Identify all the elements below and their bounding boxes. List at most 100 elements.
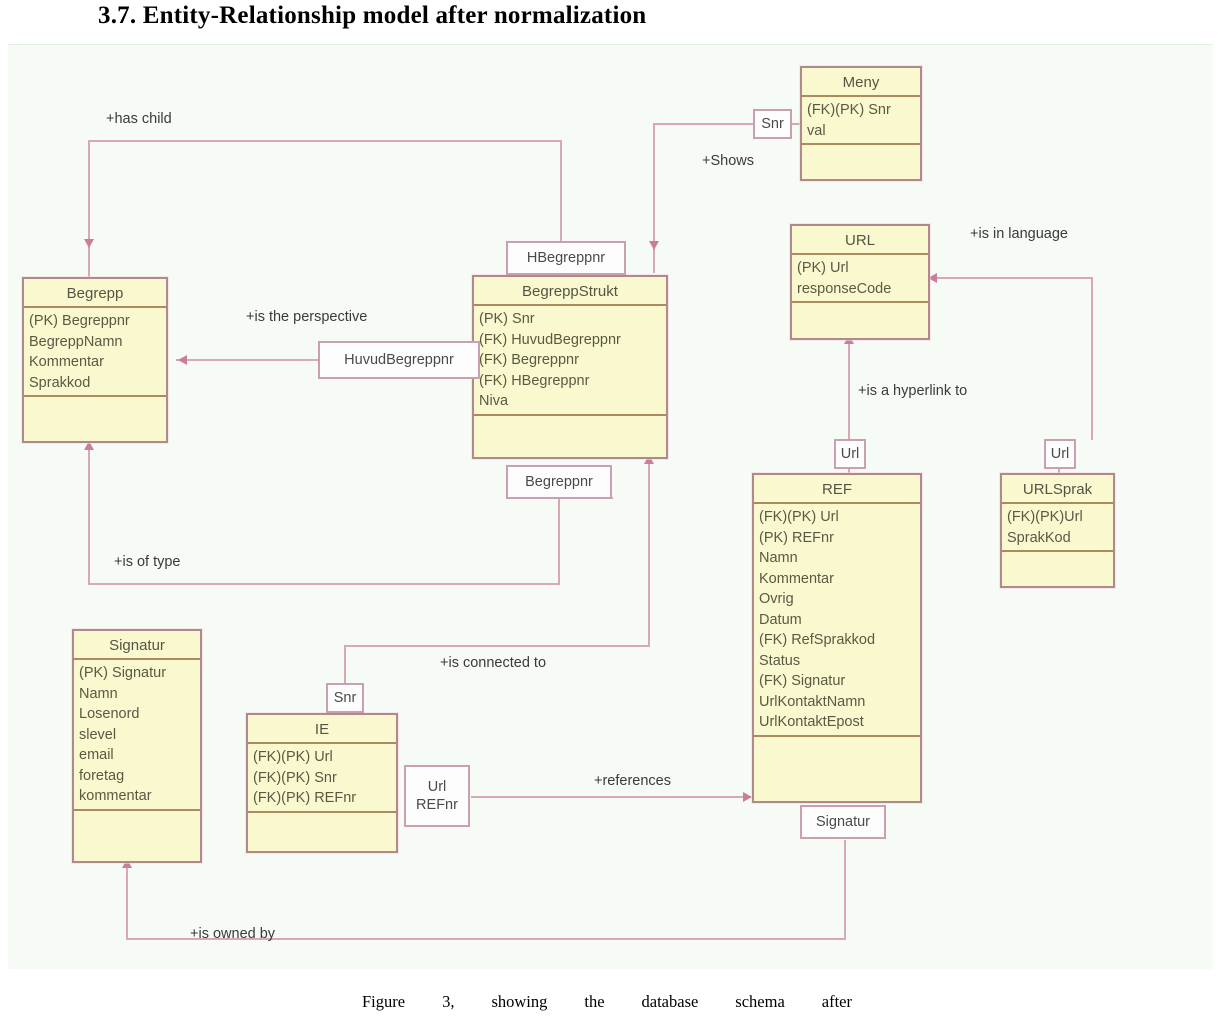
attribute: (FK) Begreppnr: [479, 352, 579, 368]
connector-owned-v1: [844, 840, 846, 940]
entity-meny[interactable]: Meny (FK)(PK) Snr val: [800, 66, 922, 181]
entity-ref-title: REF: [754, 475, 920, 504]
attribute: Niva: [479, 393, 509, 409]
entity-ie-title: IE: [248, 715, 396, 744]
entity-signatur-footer: [74, 811, 200, 831]
entity-ref-attributes: (FK)(PK) Url (PK) REFnr Namn Kommentar O…: [754, 504, 920, 737]
attribute: (FK)(PK) Url: [253, 749, 333, 765]
entity-ref[interactable]: REF (FK)(PK) Url (PK) REFnr Namn Komment…: [752, 473, 922, 803]
entity-begrepp[interactable]: Begrepp (PK) Begreppnr BegreppNamn Komme…: [22, 277, 168, 443]
attribute: (FK) Signatur: [759, 673, 846, 689]
relationship-label-connected-to: +is connected to: [440, 655, 547, 671]
connector-references-h1: [471, 796, 751, 798]
attribute: SprakKod: [1007, 529, 1071, 546]
connector-shows-h1: [653, 123, 753, 125]
attribute: Status: [759, 652, 801, 669]
line-label-snr-ie: Snr: [326, 683, 364, 713]
entity-begrepp-attributes: (PK) Begreppnr BegreppNamn Kommentar Spr…: [24, 308, 166, 397]
connector-connected-h1: [344, 645, 650, 647]
attribute: (PK) Begreppnr: [29, 313, 130, 329]
entity-meny-footer: [802, 145, 920, 165]
relationship-label-in-language: +is in language: [970, 226, 1068, 242]
section-heading: 3.7. Entity-Relationship model after nor…: [98, 2, 647, 29]
attribute: Losenord: [79, 706, 140, 722]
line-label-begreppnr: Begreppnr: [506, 465, 612, 499]
attribute: UrlKontaktNamn: [759, 693, 866, 710]
attribute: Kommentar: [29, 354, 104, 370]
entity-signatur-attributes: (PK) Signatur Namn Losenord slevel email…: [74, 660, 200, 811]
connector-owned-v2: [126, 863, 128, 939]
entity-meny-title: Meny: [802, 68, 920, 97]
attribute: kommentar: [79, 788, 152, 804]
entity-urlsprak-footer: [1002, 552, 1113, 572]
relationship-label-shows: +Shows: [702, 153, 754, 169]
arrow-perspective: [178, 355, 187, 365]
attribute: (PK) Url: [797, 260, 849, 276]
entity-signatur[interactable]: Signatur (PK) Signatur Namn Losenord sle…: [72, 629, 202, 863]
er-diagram-canvas: Meny (FK)(PK) Snr val URL (PK) Url respo…: [8, 44, 1213, 969]
attribute: (FK)(PK)Url: [1007, 509, 1083, 525]
attribute: Namn: [759, 550, 798, 566]
connector-isoftype-v1: [88, 445, 90, 585]
line-label-text: Url: [1050, 446, 1070, 462]
entity-url-title: URL: [792, 226, 928, 255]
arrow-shows: [649, 241, 659, 250]
attribute: (FK)(PK) Snr: [807, 102, 891, 118]
entity-ie[interactable]: IE (FK)(PK) Url (FK)(PK) Snr (FK)(PK) RE…: [246, 713, 398, 853]
attribute: (FK)(PK) Snr: [253, 769, 337, 786]
connector-has-child-v1: [88, 140, 90, 295]
line-label-text: HuvudBegreppnr: [344, 352, 454, 368]
entity-begreppstrukt-footer: [474, 416, 666, 436]
entity-begrepp-footer: [24, 397, 166, 417]
entity-begreppstrukt[interactable]: BegreppStrukt (PK) Snr (FK) HuvudBegrepp…: [472, 275, 668, 459]
line-label-text: Snr: [761, 116, 784, 132]
connector-has-child-v2: [560, 140, 562, 250]
attribute: val: [807, 122, 826, 139]
line-label-snr-meny: Snr: [753, 109, 792, 139]
attribute: Kommentar: [759, 570, 834, 587]
connector-language-v1: [1091, 277, 1093, 440]
attribute: Namn: [79, 685, 118, 702]
entity-url-attributes: (PK) Url responseCode: [792, 255, 928, 303]
connector-hyperlink-v1: [848, 340, 850, 440]
line-label-text: HBegreppnr: [526, 250, 606, 266]
connector-connected-v1: [648, 457, 650, 647]
line-label-hbegreppnr: HBegreppnr: [506, 241, 626, 275]
attribute: (FK)(PK) REFnr: [253, 790, 357, 806]
entity-meny-attributes: (FK)(PK) Snr val: [802, 97, 920, 145]
line-label-url-urlsprak: Url: [1044, 439, 1076, 469]
attribute: (FK)(PK) Url: [759, 509, 839, 525]
attribute: email: [79, 747, 114, 763]
entity-begrepp-title: Begrepp: [24, 279, 166, 308]
line-label-text: Snr: [333, 690, 357, 706]
attribute: (PK) Signatur: [79, 665, 167, 681]
attribute: Sprakkod: [29, 374, 91, 391]
connector-language-h1: [933, 277, 1093, 279]
arrow-references: [743, 792, 752, 802]
attribute: BegreppNamn: [29, 333, 123, 350]
connector-shows-v1: [653, 123, 655, 273]
entity-ie-footer: [248, 813, 396, 833]
relationship-label-perspective: +is the perspective: [246, 309, 368, 325]
entity-url[interactable]: URL (PK) Url responseCode: [790, 224, 930, 340]
entity-ie-attributes: (FK)(PK) Url (FK)(PK) Snr (FK)(PK) REFnr: [248, 744, 396, 813]
entity-urlsprak-title: URLSprak: [1002, 475, 1113, 504]
entity-begreppstrukt-attributes: (PK) Snr (FK) HuvudBegreppnr (FK) Begrep…: [474, 306, 666, 416]
line-label-huvudbegreppnr: HuvudBegreppnr: [318, 341, 480, 379]
entity-urlsprak-attributes: (FK)(PK)Url SprakKod: [1002, 504, 1113, 552]
attribute: (FK) HuvudBegreppnr: [479, 331, 621, 348]
connector-isoftype-v2: [558, 497, 560, 583]
connector-has-child-h1: [88, 140, 562, 142]
attribute: (PK) REFnr: [759, 529, 834, 546]
attribute: slevel: [79, 726, 117, 743]
relationship-label-has-child: +has child: [106, 111, 172, 127]
entity-url-footer: [792, 303, 928, 323]
attribute: Datum: [759, 611, 802, 628]
attribute: UrlKontaktEpost: [759, 714, 864, 730]
attribute: (PK) Snr: [479, 311, 535, 327]
connector-connected-v2: [344, 645, 346, 687]
line-label-url-refnr: Url REFnr: [404, 765, 470, 827]
entity-urlsprak[interactable]: URLSprak (FK)(PK)Url SprakKod: [1000, 473, 1115, 588]
line-label-text: Begreppnr: [525, 474, 593, 490]
entity-begreppstrukt-title: BegreppStrukt: [474, 277, 666, 306]
